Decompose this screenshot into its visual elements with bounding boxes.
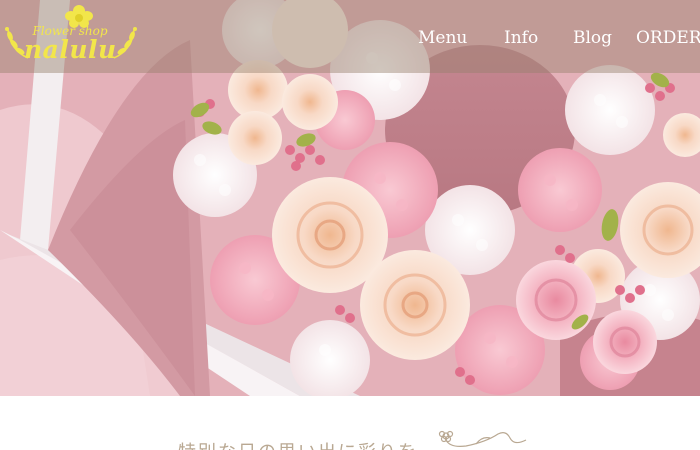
nav-item-info[interactable]: Info — [504, 28, 538, 48]
nav-item-blog[interactable]: Blog — [573, 28, 612, 48]
flower-swirl-icon — [438, 430, 527, 447]
tagline-text: 特別な日の思い出に彩りを — [178, 438, 418, 450]
main-nav: Menu Info Blog ORDER — [0, 28, 700, 50]
nav-item-order[interactable]: ORDER — [636, 28, 700, 48]
nav-item-menu[interactable]: Menu — [418, 28, 467, 48]
site-header: Flower shop nalulu Menu Info Blog ORDER — [0, 0, 700, 73]
